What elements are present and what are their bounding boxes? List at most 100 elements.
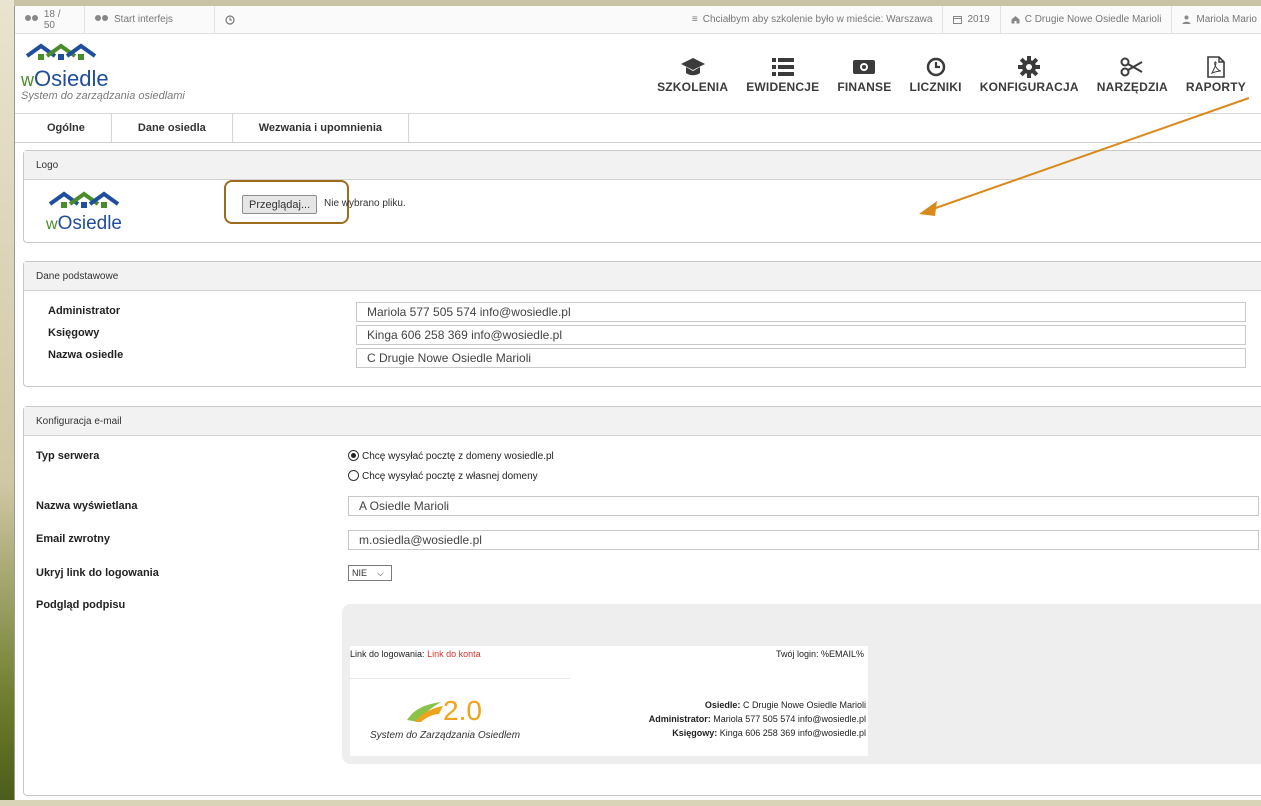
background-frame-bottom	[0, 800, 1261, 806]
estate-key: Osiedle:	[704, 700, 741, 710]
display-name-label: Nazwa wyświetlana	[36, 500, 138, 512]
city-preference-label: Chciałbym aby szkolenie było w mieście: …	[702, 14, 933, 25]
estate-selector[interactable]: C Drugie Nowe Osiedle Marioli	[1001, 6, 1173, 33]
hide-login-link-value: NIE	[352, 568, 368, 578]
email-config-panel: Konfiguracja e-mail Typ serwera Chcę wys…	[23, 406, 1261, 796]
nav-label: KONFIGURACJA	[979, 80, 1079, 94]
calendar-icon	[953, 16, 963, 24]
login-link-prefix: Link do logowania:	[350, 649, 425, 659]
year-selector[interactable]: 2019	[943, 6, 1001, 33]
brand-name-prefix: w	[21, 70, 34, 90]
browse-button[interactable]: Przeglądaj...	[242, 195, 318, 214]
admin-value: Mariola 577 505 574 info@wosiedle.pl	[713, 714, 866, 724]
history-button[interactable]	[215, 6, 245, 33]
estate-value: C Drugie Nowe Osiedle Marioli	[742, 700, 866, 710]
nav-label: EWIDENCJE	[746, 80, 820, 94]
return-email-field[interactable]: m.osiedla@wosiedle.pl	[348, 530, 1259, 550]
accountant-value: Kinga 606 258 369 info@wosiedle.pl	[719, 728, 866, 738]
users-count-label: 18 / 50	[43, 8, 61, 31]
home-icon	[1011, 16, 1020, 24]
display-name-field[interactable]: A Osiedle Marioli	[348, 496, 1259, 516]
server-option-wosiedle[interactable]: Chcę wysyłać pocztę z domeny wosiedle.pl	[348, 450, 554, 462]
user-icon	[1182, 15, 1191, 24]
system-version: 2.0	[443, 695, 482, 726]
signature-preview-label: Podgląd podpisu	[36, 599, 126, 611]
basic-data-panel: Dane podstawowe Administrator Mariola 57…	[23, 261, 1261, 387]
users-icon	[25, 15, 39, 24]
nav-label: SZKOLENIA	[657, 80, 729, 94]
brand-name-text: Osiedle	[34, 66, 109, 91]
list-icon	[771, 58, 794, 76]
tab-wezwania[interactable]: Wezwania i upomnienia	[233, 114, 410, 142]
houses-logo	[48, 191, 120, 208]
system-tagline: System do Zarządzania Osiedlem	[370, 730, 521, 741]
scissors-icon	[1120, 57, 1143, 77]
app-window: 18 / 50 Start interfejs ≡ Chciałbym aby …	[14, 6, 1261, 800]
graduation-cap-icon	[680, 58, 705, 76]
system-logo: 2.0	[405, 695, 482, 726]
nav-finanse[interactable]: FINANSE	[828, 54, 900, 94]
start-interface-link[interactable]: Start interfejs	[85, 6, 215, 33]
nav-raporty[interactable]: RAPORTY	[1177, 54, 1255, 94]
nav-szkolenia[interactable]: SZKOLENIA	[648, 54, 737, 94]
menu-icon: ≡	[691, 14, 698, 25]
panel-title: Logo	[24, 151, 1261, 180]
panel-title: Konfiguracja e-mail	[24, 407, 1261, 436]
estate-name-field[interactable]: C Drugie Nowe Osiedle Marioli	[356, 348, 1246, 368]
year-label: 2019	[967, 14, 990, 25]
radio-icon	[348, 470, 359, 481]
settings-tabs: Ogólne Dane osiedla Wezwania i upomnieni…	[15, 114, 1261, 143]
brand[interactable]: wOsiedle System do zarządzania osiedlami	[15, 34, 375, 113]
radio-selected-icon	[348, 450, 359, 461]
nav-label: NARZĘDZIA	[1096, 80, 1168, 94]
estate-logo-text: wOsiedle	[46, 213, 124, 234]
city-preference[interactable]: ≡ Chciałbym aby szkolenie było w mieście…	[682, 6, 944, 33]
divider	[350, 678, 570, 679]
main-nav: SZKOLENIA EWIDENCJE FINANSE LICZNIKI KON…	[648, 54, 1255, 94]
clock-icon	[926, 57, 945, 77]
signature-preview: Link do logowania: Link do konta Twój lo…	[342, 604, 1261, 764]
swoosh-logo	[407, 702, 443, 722]
ksiegowy-field[interactable]: Kinga 606 258 369 info@wosiedle.pl	[356, 325, 1246, 345]
nav-konfiguracja[interactable]: KONFIGURACJA	[971, 54, 1088, 94]
signature-details: Osiedle: C Drugie Nowe Osiedle Marioli A…	[649, 698, 866, 740]
clock-icon	[225, 14, 235, 25]
tab-ogolne[interactable]: Ogólne	[15, 114, 112, 142]
file-status: Nie wybrano pliku.	[324, 198, 406, 209]
hide-login-link-label: Ukryj link do logowania	[36, 567, 159, 579]
nav-narzedzia[interactable]: NARZĘDZIA	[1088, 54, 1177, 94]
server-option-label: Chcę wysyłać pocztę z własnej domeny	[362, 471, 538, 482]
signature-card: Link do logowania: Link do konta Twój lo…	[350, 646, 868, 756]
server-option-label: Chcę wysyłać pocztę z domeny wosiedle.pl	[362, 451, 554, 462]
nav-ewidencje[interactable]: EWIDENCJE	[737, 54, 828, 94]
chevron-down-icon: ⌵	[377, 567, 384, 578]
panel-title: Dane podstawowe	[24, 262, 1261, 291]
user-menu[interactable]: Mariola Mario	[1172, 6, 1261, 33]
nav-liczniki[interactable]: LICZNIKI	[900, 54, 970, 94]
administrator-field[interactable]: Mariola 577 505 574 info@wosiedle.pl	[356, 302, 1246, 322]
login-link-line: Link do logowania: Link do konta	[350, 649, 481, 659]
estate-logo-name: Osiedle	[57, 213, 122, 234]
estate-label: C Drugie Nowe Osiedle Marioli	[1024, 14, 1162, 25]
tab-dane-osiedla[interactable]: Dane osiedla	[112, 114, 233, 142]
background-frame	[0, 0, 14, 806]
user-name: Mariola Mario	[1196, 14, 1257, 25]
login-placeholder: Twój login: %EMAIL%	[775, 649, 864, 659]
admin-key: Administrator:	[648, 714, 711, 724]
return-email-label: Email zwrotny	[36, 533, 110, 545]
users-counter[interactable]: 18 / 50	[15, 6, 85, 33]
brand-name: wOsiedle	[21, 66, 375, 91]
nav-label: FINANSE	[837, 80, 892, 94]
start-interface-label: Start interfejs	[114, 14, 173, 25]
server-option-own[interactable]: Chcę wysyłać pocztę z własnej domeny	[348, 470, 538, 482]
gear-icon	[1018, 56, 1041, 78]
estate-logo: wOsiedle	[44, 190, 124, 234]
estate-logo-prefix: w	[46, 216, 58, 233]
hide-login-link-select[interactable]: NIE ⌵	[348, 565, 392, 581]
nav-label: LICZNIKI	[909, 80, 962, 94]
pdf-icon	[1207, 56, 1225, 78]
login-link[interactable]: Link do konta	[427, 649, 481, 659]
logo-panel: Logo wOsiedle Przeglądaj... Nie wybrano …	[23, 150, 1261, 243]
estate-name-label: Nazwa osiedle	[48, 349, 124, 361]
top-status-bar: 18 / 50 Start interfejs ≡ Chciałbym aby …	[15, 6, 1261, 34]
